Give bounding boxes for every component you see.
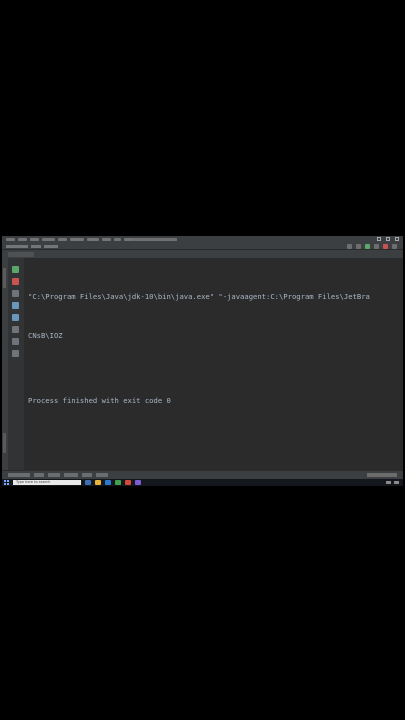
stop-icon[interactable] — [12, 278, 19, 285]
down-icon[interactable] — [12, 314, 19, 321]
run-bottom-tab[interactable] — [34, 473, 44, 477]
edge-icon[interactable] — [105, 480, 111, 485]
system-tray — [386, 480, 399, 485]
menu-code[interactable] — [58, 238, 67, 241]
console-line-output: CNsB\IOZ — [28, 331, 63, 340]
windows-taskbar: Type here to search — [2, 479, 403, 486]
run-tab[interactable] — [8, 251, 34, 257]
volume-icon[interactable] — [394, 481, 399, 484]
breadcrumb-src[interactable] — [31, 244, 41, 248]
wrap-icon[interactable] — [12, 326, 19, 333]
app-icon[interactable] — [125, 480, 131, 485]
trash-icon[interactable] — [12, 350, 19, 357]
ide-window: "C:\Program Files\Java\jdk-10\bin\java.e… — [2, 236, 403, 486]
event-log-tab[interactable] — [96, 473, 108, 477]
console-line-command: "C:\Program Files\Java\jdk-10\bin\java.e… — [28, 292, 370, 301]
pause-icon[interactable] — [12, 290, 19, 297]
console-output[interactable]: "C:\Program Files\Java\jdk-10\bin\java.e… — [28, 264, 403, 433]
store-icon[interactable] — [115, 480, 121, 485]
menu-build[interactable] — [102, 238, 111, 241]
todo-tab[interactable] — [48, 473, 60, 477]
file-explorer-icon[interactable] — [95, 480, 101, 485]
windows-start-icon[interactable] — [4, 480, 9, 485]
toolbar-actions — [347, 244, 397, 249]
run-icon[interactable] — [365, 244, 370, 249]
breadcrumb-project[interactable] — [6, 244, 28, 248]
menu-refactor[interactable] — [87, 238, 99, 241]
debug-icon[interactable] — [374, 244, 379, 249]
menu-bar — [2, 236, 403, 243]
navigation-bar — [2, 243, 403, 250]
structure-tool-tab[interactable] — [3, 433, 6, 453]
bottom-tool-bar — [2, 471, 403, 479]
run-config-icon[interactable] — [356, 244, 361, 249]
status-info — [367, 473, 397, 477]
window-title — [132, 238, 177, 241]
task-view-icon[interactable] — [85, 480, 91, 485]
terminal-tab[interactable] — [8, 473, 30, 477]
window-controls — [377, 237, 399, 241]
minimize-icon[interactable] — [377, 237, 381, 241]
breadcrumb-file[interactable] — [44, 244, 58, 248]
taskbar-search-box[interactable]: Type here to search — [13, 480, 81, 485]
messages-tab[interactable] — [64, 473, 78, 477]
maximize-icon[interactable] — [386, 237, 390, 241]
project-tool-tab[interactable] — [3, 268, 6, 288]
menu-file[interactable] — [6, 238, 15, 241]
print-icon[interactable] — [12, 338, 19, 345]
console-line-exit: Process finished with exit code 0 — [28, 396, 171, 405]
network-icon[interactable] — [386, 481, 391, 484]
run-toolbar — [8, 258, 24, 470]
intellij-icon[interactable] — [135, 480, 141, 485]
menu-edit[interactable] — [18, 238, 27, 241]
up-icon[interactable] — [12, 302, 19, 309]
menu-view[interactable] — [30, 238, 39, 241]
run-tabs — [2, 250, 403, 258]
close-icon[interactable] — [395, 237, 399, 241]
stop-icon[interactable] — [383, 244, 388, 249]
menu-run[interactable] — [114, 238, 121, 241]
menu-analyze[interactable] — [70, 238, 84, 241]
debug-tab[interactable] — [82, 473, 92, 477]
build-icon[interactable] — [347, 244, 352, 249]
rerun-icon[interactable] — [12, 266, 19, 273]
search-icon[interactable] — [392, 244, 397, 249]
menu-navigate[interactable] — [42, 238, 55, 241]
